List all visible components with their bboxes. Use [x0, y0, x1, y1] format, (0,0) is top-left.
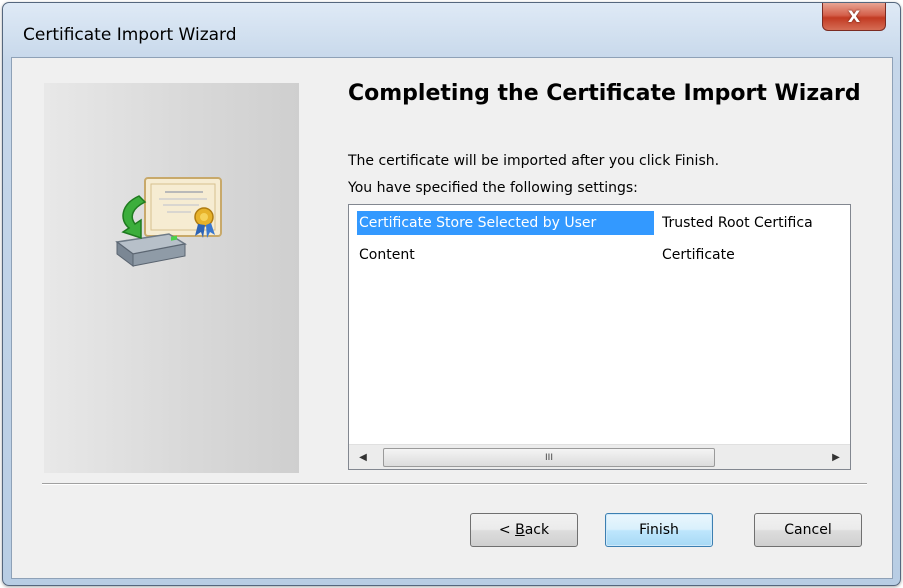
- scroll-right-icon[interactable]: ▶: [826, 447, 846, 467]
- setting-name: Content: [359, 247, 415, 263]
- setting-name: Certificate Store Selected by User: [357, 211, 654, 235]
- back-button-prefix: <: [498, 522, 516, 538]
- list-item[interactable]: Content Certificate: [349, 243, 850, 267]
- settings-caption: You have specified the following setting…: [348, 180, 638, 196]
- settings-list[interactable]: Certificate Store Selected by User Trust…: [348, 204, 851, 470]
- close-button[interactable]: X: [822, 3, 886, 31]
- horizontal-scrollbar[interactable]: ◀ III ▶: [349, 444, 850, 469]
- finish-button-label: Finish: [639, 522, 679, 538]
- scroll-thumb[interactable]: III: [383, 448, 715, 467]
- finish-button[interactable]: Finish: [605, 513, 713, 547]
- page-title: Completing the Certificate Import Wizard: [348, 81, 861, 106]
- instruction-text: The certificate will be imported after y…: [348, 153, 720, 169]
- close-icon: X: [847, 7, 861, 26]
- side-panel: [44, 83, 299, 473]
- divider: [42, 483, 867, 485]
- wizard-window: Certificate Import Wizard X Completing t…: [2, 2, 901, 586]
- back-button-accelerator: B: [515, 522, 525, 538]
- title-bar[interactable]: Certificate Import Wizard X: [3, 3, 900, 61]
- setting-value: Certificate: [662, 247, 735, 263]
- cancel-button-label: Cancel: [784, 522, 832, 538]
- cancel-button[interactable]: Cancel: [754, 513, 862, 547]
- grip-icon: III: [545, 452, 553, 463]
- certificate-import-icon: [115, 177, 222, 267]
- back-button-rest: ack: [524, 522, 550, 538]
- wizard-body: Completing the Certificate Import Wizard…: [11, 57, 893, 579]
- scroll-left-icon[interactable]: ◀: [353, 447, 373, 467]
- setting-value: Trusted Root Certifica: [662, 215, 813, 231]
- window-title: Certificate Import Wizard: [23, 25, 237, 45]
- list-item[interactable]: Certificate Store Selected by User Trust…: [349, 211, 850, 235]
- back-button[interactable]: < Back: [470, 513, 578, 547]
